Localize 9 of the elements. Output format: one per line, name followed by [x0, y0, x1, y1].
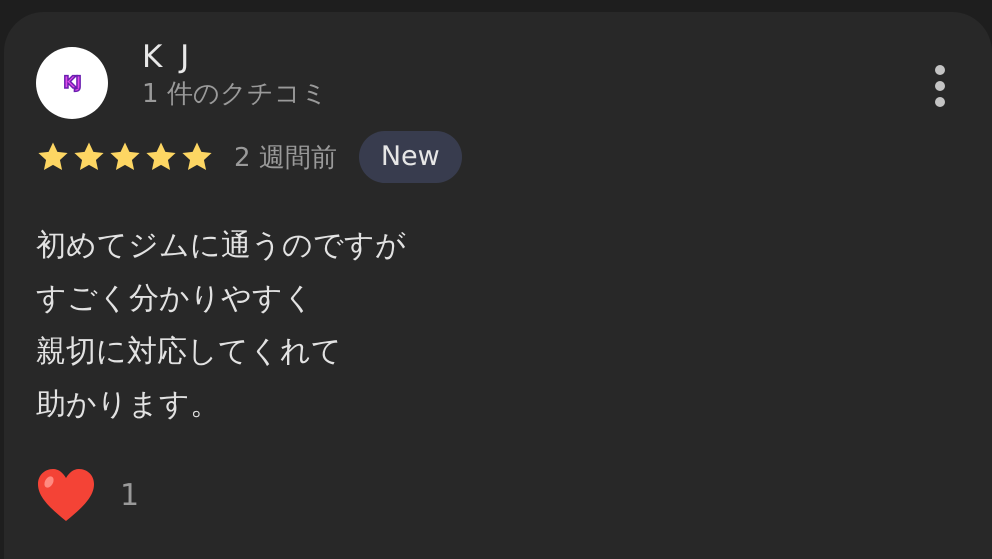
- heart-icon[interactable]: [36, 467, 96, 523]
- review-count: 1 件のクチコミ: [142, 78, 328, 111]
- avatar-logo: KJ: [63, 74, 81, 92]
- review-time: 2 週間前: [234, 142, 337, 174]
- author-name[interactable]: K J: [142, 38, 328, 76]
- new-badge: New: [358, 131, 462, 183]
- more-options-icon[interactable]: [934, 64, 946, 108]
- review-text: 初めてジムに通うのですが すごく分かりやすく 親切に対応してくれて 助かります。: [36, 227, 407, 424]
- reaction-count: 1: [120, 478, 140, 512]
